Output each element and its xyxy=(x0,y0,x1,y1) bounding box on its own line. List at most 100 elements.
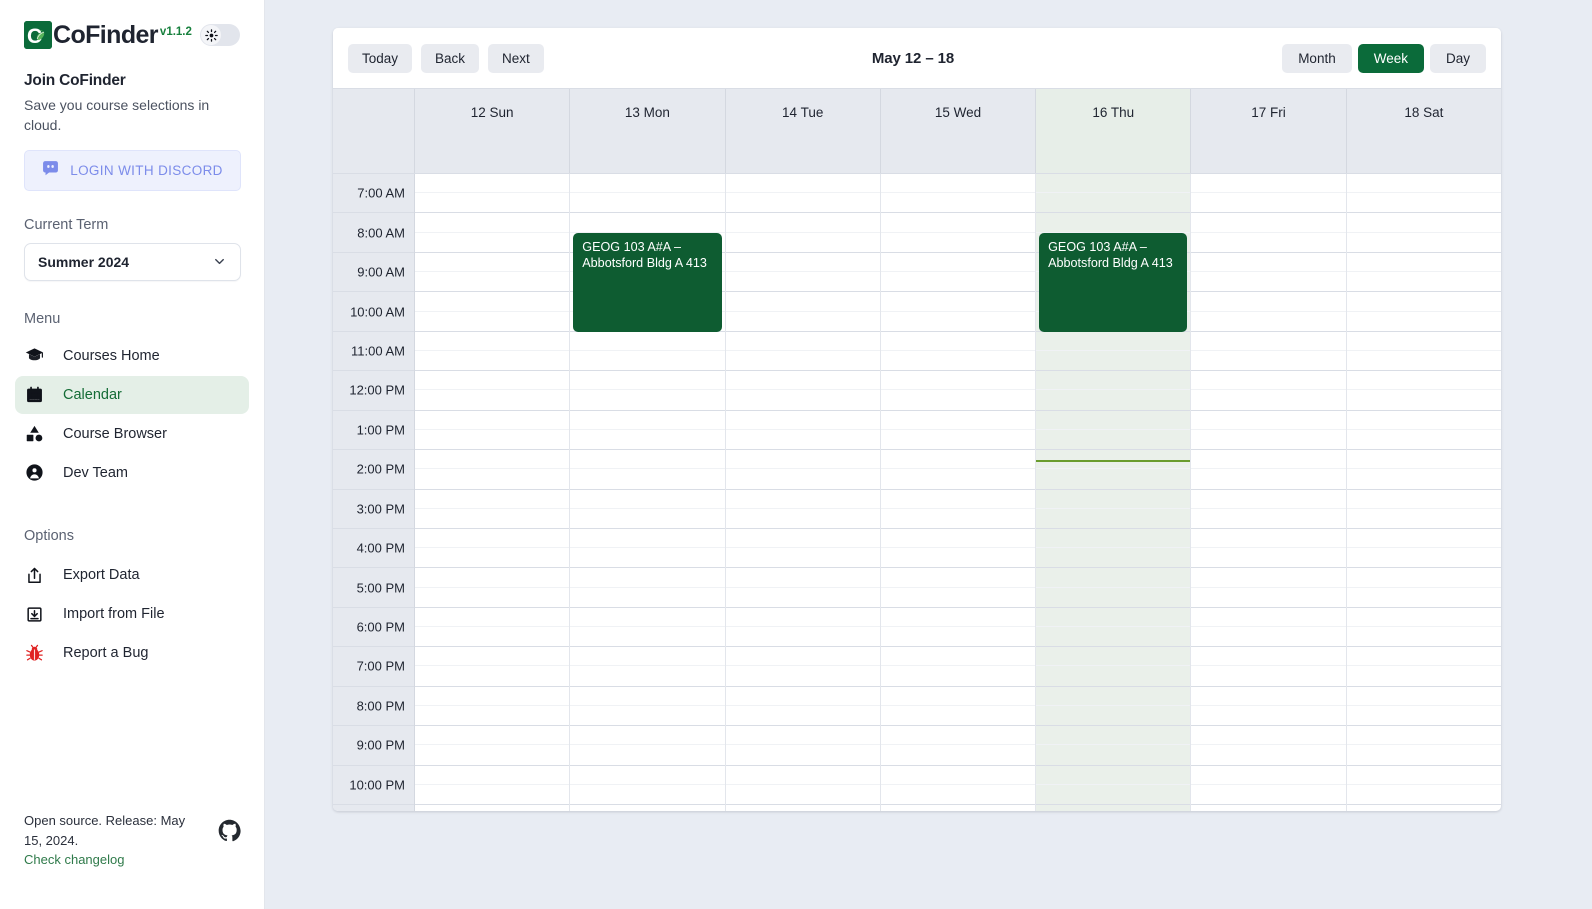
grid-slot[interactable] xyxy=(1036,529,1191,569)
grid-slot[interactable] xyxy=(570,332,725,372)
grid-slot[interactable] xyxy=(415,174,570,214)
grid-half-slot[interactable] xyxy=(725,371,880,391)
grid-slot[interactable] xyxy=(570,647,725,687)
grid-slot[interactable] xyxy=(1036,568,1191,608)
day-column-tue[interactable] xyxy=(725,174,881,811)
grid-half-slot[interactable] xyxy=(1191,450,1346,470)
grid-slot[interactable] xyxy=(880,411,1036,451)
day-column-sat[interactable] xyxy=(1346,174,1501,811)
grid-half-slot[interactable] xyxy=(1346,292,1501,312)
grid-half-slot[interactable] xyxy=(415,647,570,667)
grid-slot[interactable] xyxy=(725,608,880,648)
grid-half-slot[interactable] xyxy=(415,529,570,549)
day-column-fri[interactable] xyxy=(1191,174,1347,811)
grid-half-slot[interactable] xyxy=(880,568,1036,588)
grid-slot[interactable] xyxy=(415,332,570,372)
grid-half-slot[interactable] xyxy=(1036,490,1191,509)
grid-slot[interactable] xyxy=(880,371,1036,411)
day-column-mon[interactable]: GEOG 103 A#A – Abbotsford Bldg A 413 xyxy=(570,174,726,811)
grid-half-slot[interactable] xyxy=(725,411,880,430)
sidebar-item-dev-team[interactable]: Dev Team xyxy=(15,454,249,492)
grid-half-slot[interactable] xyxy=(1346,608,1501,628)
grid-slot[interactable] xyxy=(1346,529,1501,569)
day-header-tue[interactable]: 14 Tue xyxy=(726,89,881,173)
grid-half-slot[interactable] xyxy=(570,450,725,470)
grid-half-slot[interactable] xyxy=(415,490,570,509)
grid-half-slot[interactable] xyxy=(880,371,1036,391)
grid-half-slot[interactable] xyxy=(570,687,725,706)
grid-slot[interactable] xyxy=(1191,253,1346,293)
day-header-wed[interactable]: 15 Wed xyxy=(881,89,1037,173)
grid-half-slot[interactable] xyxy=(1036,647,1191,667)
grid-half-slot[interactable] xyxy=(1191,332,1346,351)
day-header-thu[interactable]: 16 Thu xyxy=(1036,89,1192,173)
grid-slot[interactable] xyxy=(1346,253,1501,293)
grid-half-slot[interactable] xyxy=(415,292,570,312)
grid-half-slot[interactable] xyxy=(1036,608,1191,628)
grid-half-slot[interactable] xyxy=(415,371,570,391)
sidebar-item-courses-home[interactable]: Courses Home xyxy=(15,337,249,375)
grid-slot[interactable] xyxy=(880,253,1036,293)
sidebar-item-course-browser[interactable]: Course Browser xyxy=(15,415,249,453)
grid-half-slot[interactable] xyxy=(725,253,880,273)
grid-half-slot[interactable] xyxy=(1036,213,1191,233)
grid-slot[interactable] xyxy=(1036,332,1191,372)
grid-slot[interactable] xyxy=(1036,490,1191,529)
next-button[interactable]: Next xyxy=(488,43,544,73)
day-header-sat[interactable]: 18 Sat xyxy=(1347,89,1501,173)
term-select[interactable]: Summer 2024 xyxy=(24,242,241,281)
grid-slot[interactable] xyxy=(725,766,880,805)
grid-slot[interactable] xyxy=(1346,450,1501,490)
grid-half-slot[interactable] xyxy=(1191,371,1346,391)
grid-half-slot[interactable] xyxy=(880,490,1036,509)
login-with-discord-button[interactable]: LOGIN WITH DISCORD xyxy=(24,149,241,191)
grid-slot[interactable] xyxy=(415,450,570,490)
back-button[interactable]: Back xyxy=(421,43,480,73)
grid-half-slot[interactable] xyxy=(1036,726,1191,746)
grid-slot[interactable] xyxy=(725,450,880,490)
grid-half-slot[interactable] xyxy=(725,490,880,509)
grid-slot[interactable] xyxy=(725,687,880,727)
grid-slot[interactable] xyxy=(570,371,725,411)
grid-half-slot[interactable] xyxy=(570,213,725,233)
grid-slot[interactable] xyxy=(1346,174,1501,214)
grid-half-slot[interactable] xyxy=(1191,766,1346,785)
grid-half-slot[interactable] xyxy=(415,608,570,628)
grid-slot[interactable] xyxy=(415,568,570,608)
grid-half-slot[interactable] xyxy=(1346,411,1501,430)
grid-slot[interactable] xyxy=(725,253,880,293)
grid-slot[interactable] xyxy=(880,726,1036,766)
grid-slot[interactable] xyxy=(880,450,1036,490)
grid-slot[interactable] xyxy=(415,608,570,648)
grid-slot[interactable] xyxy=(1036,371,1191,411)
grid-slot[interactable] xyxy=(1346,292,1501,332)
grid-half-slot[interactable] xyxy=(880,647,1036,667)
grid-half-slot[interactable] xyxy=(1346,568,1501,588)
grid-half-slot[interactable] xyxy=(1346,371,1501,391)
grid-slot[interactable] xyxy=(415,371,570,411)
grid-half-slot[interactable] xyxy=(725,608,880,628)
grid-half-slot[interactable] xyxy=(1191,411,1346,430)
grid-slot[interactable] xyxy=(1346,608,1501,648)
grid-half-slot[interactable] xyxy=(1346,529,1501,549)
grid-half-slot[interactable] xyxy=(1346,647,1501,667)
grid-slot[interactable] xyxy=(880,568,1036,608)
day-column-wed[interactable] xyxy=(880,174,1037,811)
grid-slot[interactable] xyxy=(415,490,570,529)
view-month-button[interactable]: Month xyxy=(1282,43,1352,73)
grid-half-slot[interactable] xyxy=(415,766,570,785)
grid-half-slot[interactable] xyxy=(1036,766,1191,785)
grid-half-slot[interactable] xyxy=(725,174,880,194)
grid-slot[interactable] xyxy=(415,253,570,293)
grid-slot[interactable] xyxy=(1346,332,1501,372)
grid-half-slot[interactable] xyxy=(880,253,1036,273)
grid-slot[interactable] xyxy=(570,766,725,805)
grid-half-slot[interactable] xyxy=(570,174,725,194)
grid-half-slot[interactable] xyxy=(415,411,570,430)
grid-slot[interactable] xyxy=(1191,529,1346,569)
grid-slot[interactable] xyxy=(725,726,880,766)
grid-half-slot[interactable] xyxy=(1346,726,1501,746)
grid-half-slot[interactable] xyxy=(1191,647,1346,667)
sidebar-item-import-from-file[interactable]: Import from File xyxy=(15,595,249,634)
grid-slot[interactable] xyxy=(1346,213,1501,253)
